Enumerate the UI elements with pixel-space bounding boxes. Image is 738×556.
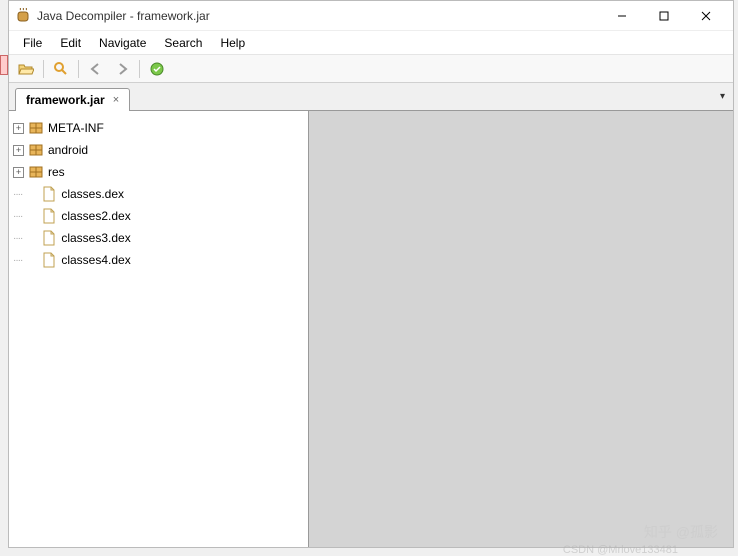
tab-close-button[interactable]: × <box>111 94 121 106</box>
menubar: File Edit Navigate Search Help <box>9 31 733 55</box>
external-strip <box>0 55 8 75</box>
menu-edit[interactable]: Edit <box>52 34 89 52</box>
tree-node[interactable]: + android <box>13 139 304 161</box>
close-button[interactable] <box>685 2 727 30</box>
file-icon <box>41 208 57 224</box>
tree-node-label: classes3.dex <box>61 231 130 245</box>
menu-help[interactable]: Help <box>212 34 253 52</box>
tree-node[interactable]: ···· classes4.dex <box>13 249 304 271</box>
leaf-spacer <box>26 255 37 266</box>
tree-connector: ···· <box>13 211 22 222</box>
viewer-pane <box>309 111 733 547</box>
titlebar: Java Decompiler - framework.jar <box>9 1 733 31</box>
file-icon <box>41 230 57 246</box>
tree-node-label: android <box>48 143 88 157</box>
package-icon <box>28 142 44 158</box>
tree-connector: ···· <box>13 233 22 244</box>
search-button[interactable] <box>50 58 72 80</box>
file-icon <box>41 252 57 268</box>
tree-pane[interactable]: +META-INF+android+res····classes.dex····… <box>9 111 309 547</box>
tree-node-label: classes.dex <box>61 187 124 201</box>
tree-connector: ···· <box>13 189 22 200</box>
tab-label: framework.jar <box>26 93 105 107</box>
toolbar-separator <box>43 60 44 78</box>
toolbar <box>9 55 733 83</box>
menu-file[interactable]: File <box>15 34 50 52</box>
tab-overflow-button[interactable]: ▾ <box>720 91 725 102</box>
toolbar-separator <box>78 60 79 78</box>
leaf-spacer <box>26 211 37 222</box>
forward-button[interactable] <box>111 58 133 80</box>
content-area: +META-INF+android+res····classes.dex····… <box>9 111 733 547</box>
menu-navigate[interactable]: Navigate <box>91 34 154 52</box>
package-icon <box>28 164 44 180</box>
leaf-spacer <box>26 233 37 244</box>
app-icon <box>15 8 31 24</box>
file-icon <box>41 186 57 202</box>
main-window: Java Decompiler - framework.jar File Edi… <box>8 0 734 548</box>
toolbar-separator <box>139 60 140 78</box>
back-button[interactable] <box>85 58 107 80</box>
expand-icon[interactable]: + <box>13 145 24 156</box>
window-controls <box>601 2 727 30</box>
tree-connector: ···· <box>13 255 22 266</box>
leaf-spacer <box>26 189 37 200</box>
tree-node[interactable]: ···· classes3.dex <box>13 227 304 249</box>
menu-search[interactable]: Search <box>156 34 210 52</box>
open-folder-button[interactable] <box>15 58 37 80</box>
tabbar: framework.jar × ▾ <box>9 83 733 111</box>
expand-icon[interactable]: + <box>13 123 24 134</box>
tree-node-label: classes2.dex <box>61 209 130 223</box>
package-icon <box>28 120 44 136</box>
tree-node[interactable]: + META-INF <box>13 117 304 139</box>
maximize-button[interactable] <box>643 2 685 30</box>
tree-node[interactable]: ···· classes2.dex <box>13 205 304 227</box>
tree-node[interactable]: + res <box>13 161 304 183</box>
tree-node-label: res <box>48 165 65 179</box>
window-title: Java Decompiler - framework.jar <box>37 9 601 23</box>
tree-node-label: META-INF <box>48 121 104 135</box>
tree-node-label: classes4.dex <box>61 253 130 267</box>
expand-icon[interactable]: + <box>13 167 24 178</box>
tab-framework-jar[interactable]: framework.jar × <box>15 88 130 111</box>
minimize-button[interactable] <box>601 2 643 30</box>
tree-node[interactable]: ···· classes.dex <box>13 183 304 205</box>
refresh-button[interactable] <box>146 58 168 80</box>
